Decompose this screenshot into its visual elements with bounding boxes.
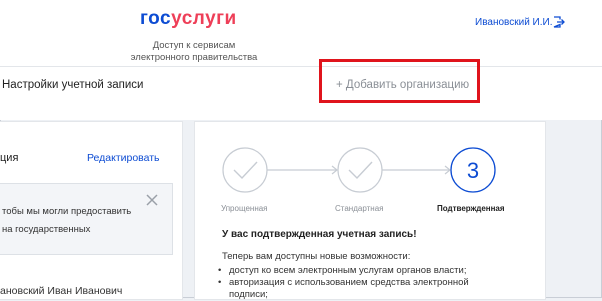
settings-title: Настройки учетной записи xyxy=(2,79,144,91)
feature-item-text: авторизация с использованием средства эл… xyxy=(229,277,469,288)
account-level-steps: 3 xyxy=(222,147,496,193)
logo-part-uslugi: услуги xyxy=(171,8,237,29)
tagline: Доступ к сервисам электронного правитель… xyxy=(124,40,264,64)
organization-card-title: ция xyxy=(0,152,19,164)
header-divider xyxy=(0,66,602,67)
feature-item: авторизация с использованием средства эл… xyxy=(218,277,518,301)
arrow-right-icon xyxy=(267,165,338,175)
user-name-link[interactable]: Ивановский И.И. xyxy=(475,17,553,28)
feature-item: доступ ко всем электронным услугам орган… xyxy=(218,265,518,277)
info-note-text: тобы мы могли предоставить на государств… xyxy=(2,203,142,239)
feature-item-text: доступ ко всем электронным услугам орган… xyxy=(229,265,467,276)
features-list: доступ ко всем электронным услугам орган… xyxy=(218,265,518,301)
info-note-line-1: тобы мы могли предоставить xyxy=(2,206,132,217)
step-3-circle: 3 xyxy=(450,147,496,193)
info-note-line-2: на государственных xyxy=(2,224,91,235)
step-2-label: Стандартная xyxy=(335,204,384,213)
close-icon[interactable] xyxy=(145,193,159,207)
logo[interactable]: госуслуги xyxy=(140,8,237,30)
step-2-circle xyxy=(337,147,383,193)
edit-link[interactable]: Редактировать xyxy=(87,152,160,164)
tagline-line-2: электронного правительства xyxy=(130,52,258,63)
arrow-right-icon xyxy=(382,165,451,175)
logout-icon[interactable] xyxy=(553,16,565,28)
features-intro: Теперь вам доступны новые возможности: xyxy=(222,251,411,262)
step-3-label: Подтвержденная xyxy=(437,204,505,213)
header: госуслуги Доступ к сервисам электронного… xyxy=(0,0,602,120)
highlight-box xyxy=(319,59,480,103)
logo-part-gos: гос xyxy=(140,8,172,29)
tagline-line-1: Доступ к сервисам xyxy=(152,40,236,51)
step-3-number: 3 xyxy=(467,158,479,183)
status-title: У вас подтвержденная учетная запись! xyxy=(222,229,417,240)
feature-item-continuation: подписи; xyxy=(229,289,268,300)
step-1-label: Упрощенная xyxy=(221,204,268,213)
person-name: ановский Иван Иванович xyxy=(0,285,123,297)
step-1-circle xyxy=(222,147,268,193)
